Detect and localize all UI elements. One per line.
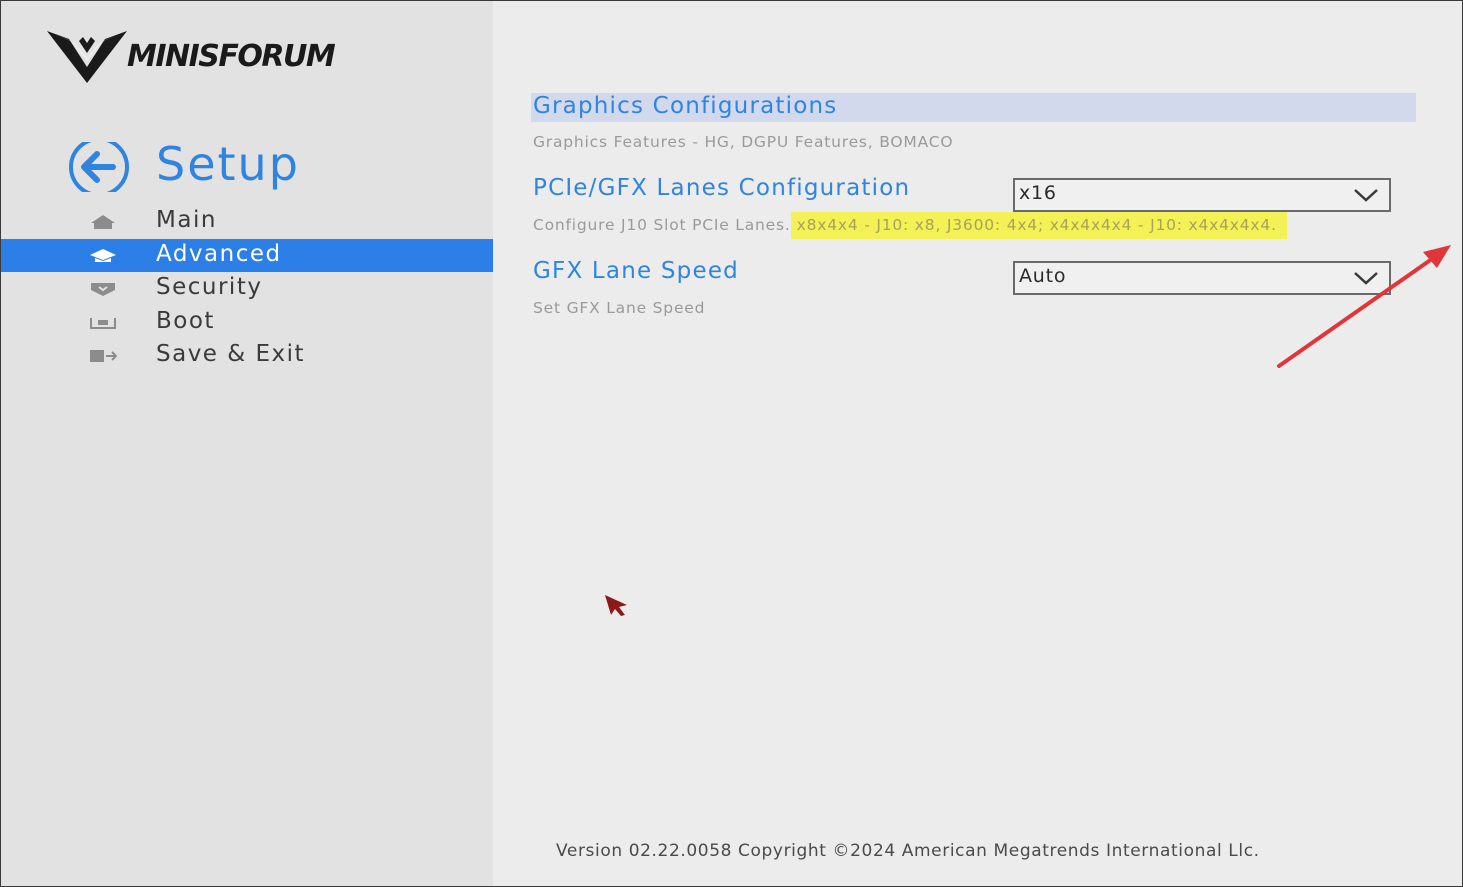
mouse-cursor-icon — [605, 595, 627, 616]
highlighted-help-text: x8x4x4 - J10: x8, J3600: 4x4; x4x4x4x4 -… — [790, 212, 1287, 239]
pcie-gfx-lanes-select[interactable]: x16 — [1013, 178, 1391, 212]
annotation-arrow-icon — [1277, 245, 1451, 368]
sidebar-item-label: Advanced — [156, 240, 282, 267]
sidebar-item-advanced[interactable]: Advanced — [1, 238, 493, 273]
shield-icon — [91, 283, 115, 297]
sidebar-item-boot[interactable]: Boot — [1, 306, 493, 340]
sidebar: MINISFORUM Setup Main Advanced Security … — [1, 1, 493, 886]
logo-mark-icon — [47, 31, 127, 83]
sidebar-item-main[interactable]: Main — [1, 205, 493, 239]
advanced-icon — [90, 248, 116, 262]
select-value: x16 — [1019, 182, 1057, 204]
setup-title: Setup — [156, 137, 300, 191]
logo-text: MINISFORUM — [127, 39, 336, 74]
sidebar-item-label: Save & Exit — [156, 341, 306, 368]
help-text: Configure J10 Slot PCIe Lanes. — [533, 216, 791, 234]
sidebar-item-save-exit[interactable]: Save & Exit — [1, 339, 493, 373]
option-gfx-lane-speed-label[interactable]: GFX Lane Speed — [533, 258, 739, 284]
sidebar-nav: Main Advanced Security Boot Save & Exit — [1, 205, 493, 373]
option-gfx-lane-speed-help: Set GFX Lane Speed — [533, 299, 706, 317]
section-header[interactable]: Graphics Configurations — [531, 93, 1416, 122]
chevron-down-icon — [1354, 189, 1378, 202]
option-pcie-gfx-lanes-label[interactable]: PCIe/GFX Lanes Configuration — [533, 175, 910, 201]
sidebar-item-label: Security — [156, 274, 263, 301]
sidebar-item-security[interactable]: Security — [1, 272, 493, 306]
bios-window: MINISFORUM Setup Main Advanced Security … — [0, 0, 1463, 887]
boot-icon — [90, 317, 116, 329]
main-panel: Graphics Configurations Graphics Feature… — [493, 1, 1462, 886]
sidebar-item-label: Boot — [156, 307, 215, 334]
option-pcie-gfx-lanes-help: Configure J10 Slot PCIe Lanes. x8x4x4 - J… — [533, 212, 1287, 239]
back-arrow-icon[interactable] — [67, 142, 131, 192]
exit-icon — [90, 350, 117, 363]
select-value: Auto — [1019, 265, 1067, 287]
sidebar-item-label: Main — [156, 207, 217, 233]
home-icon — [91, 215, 115, 229]
section-title: Graphics Configurations — [533, 93, 838, 119]
version-footer: Version 02.22.0058 Copyright ©2024 Ameri… — [556, 841, 1260, 861]
section-description: Graphics Features - HG, DGPU Features, B… — [533, 133, 954, 151]
